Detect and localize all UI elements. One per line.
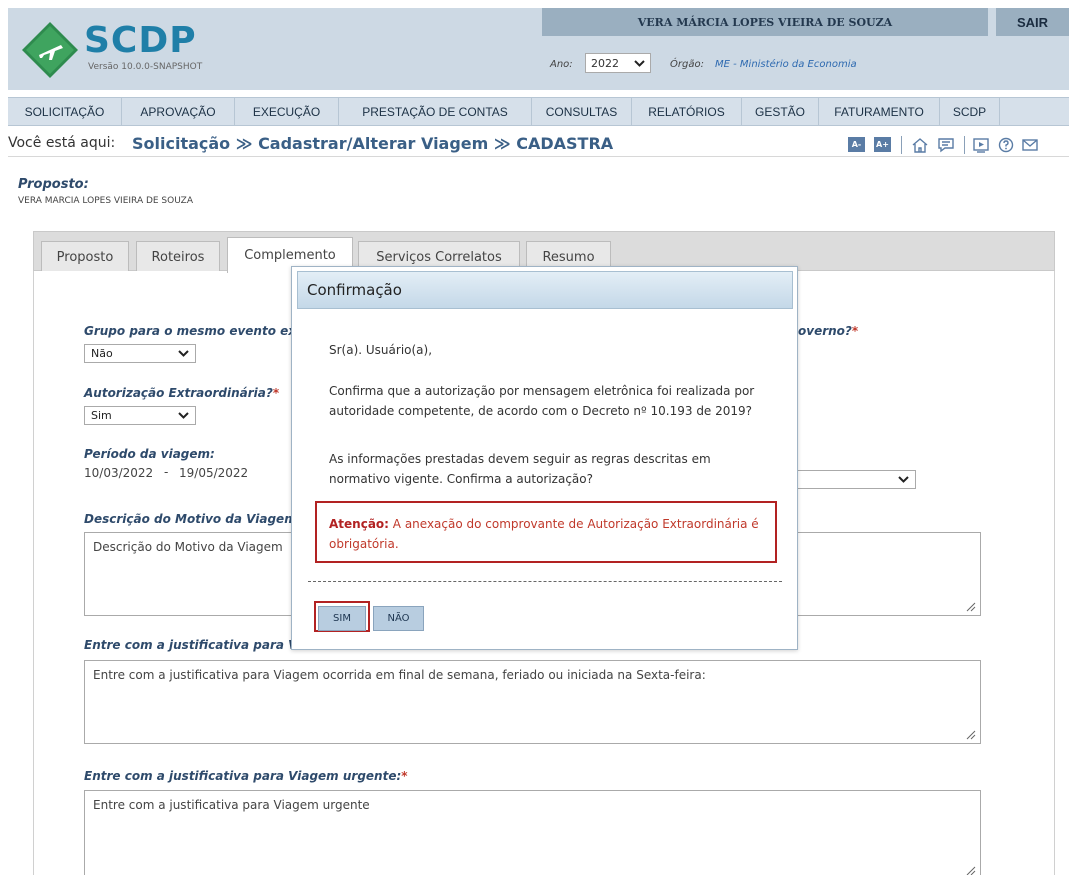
yes-button[interactable]: SIM (318, 606, 366, 631)
warning-box: Atenção: A anexação do comprovante de Au… (315, 501, 777, 563)
orgao-value: ME - Ministério da Economia (715, 59, 857, 70)
menu-execucao[interactable]: EXECUÇÃO (235, 98, 339, 125)
hidden-select[interactable] (788, 470, 916, 489)
menu-scdp[interactable]: SCDP (940, 98, 1000, 125)
video-icon[interactable] (972, 137, 990, 153)
ano-select[interactable]: 2022 (585, 53, 651, 73)
toolbar-separator (901, 136, 902, 154)
toolbar-separator (964, 136, 965, 154)
chevron-down-icon (178, 412, 189, 419)
breadcrumb-prefix: Você está aqui: (8, 135, 116, 151)
menu-gestao[interactable]: GESTÃO (742, 98, 819, 125)
user-name: VERA MÁRCIA LOPES VIEIRA DE SOUZA (542, 8, 988, 36)
periodo-label: Período da viagem: (84, 447, 215, 461)
page: SCDP Versão 10.0.0-SNAPSHOT VERA MÁRCIA … (8, 8, 1069, 875)
tab-roteiros[interactable]: Roteiros (136, 241, 220, 272)
motivo-placeholder: Descrição do Motivo da Viagem (93, 540, 283, 554)
menu-relatorios[interactable]: RELATÓRIOS (632, 98, 742, 125)
mail-icon[interactable] (1021, 137, 1039, 153)
menu-prestacao-de-contas[interactable]: PRESTAÇÃO DE CONTAS (339, 98, 532, 125)
resize-grip-icon[interactable] (966, 866, 976, 875)
dialog-info-line-1: As informações prestadas devem seguir as… (329, 452, 711, 466)
menu-aprovacao[interactable]: APROVAÇÃO (122, 98, 235, 125)
proposto-name: VERA MARCIA LOPES VIEIRA DE SOUZA (18, 196, 193, 206)
ano-value: 2022 (591, 56, 619, 70)
chevron-down-icon (178, 350, 189, 357)
warning-label: Atenção: (329, 517, 389, 531)
menu-consultas[interactable]: CONSULTAS (532, 98, 632, 125)
warning-text-2: obrigatória. (329, 537, 399, 551)
breadcrumb: Você está aqui: Solicitação ≫ Cadastrar/… (8, 131, 1069, 157)
font-increase-button[interactable]: A+ (874, 137, 891, 152)
font-decrease-button[interactable]: A- (848, 137, 865, 152)
warning-text-1: A anexação do comprovante de Autorização… (392, 517, 759, 531)
grupo-select[interactable]: Não (84, 344, 196, 363)
periodo-separator: - (164, 465, 169, 479)
dialog-question-line-2: autoridade competente, de acordo com o D… (329, 404, 753, 418)
periodo-end: 19/05/2022 (179, 466, 249, 480)
autorizacao-select[interactable]: Sim (84, 406, 196, 425)
menu-faturamento[interactable]: FATURAMENTO (819, 98, 940, 125)
ano-label: Ano: (550, 59, 573, 70)
urgente-label: Entre com a justificativa para Viagem ur… (84, 769, 408, 783)
tab-proposto[interactable]: Proposto (41, 241, 129, 272)
resize-grip-icon[interactable] (966, 602, 976, 612)
grupo-label: Grupo para o mesmo evento ex (84, 324, 297, 338)
autorizacao-value: Sim (91, 409, 112, 422)
fds-textarea[interactable]: Entre com a justificativa para Viagem oc… (84, 660, 981, 744)
home-icon[interactable] (911, 137, 929, 153)
app-name: SCDP (84, 20, 197, 61)
resize-grip-icon[interactable] (966, 730, 976, 740)
dialog-question-line-1: Confirma que a autorização por mensagem … (329, 384, 755, 398)
airplane-logo-icon (22, 22, 78, 78)
orgao-label: Órgão: (670, 59, 704, 70)
urgente-placeholder: Entre com a justificativa para Viagem ur… (93, 798, 370, 812)
confirmation-dialog: Confirmação Sr(a). Usuário(a), Confirma … (291, 266, 798, 650)
urgente-textarea[interactable]: Entre com a justificativa para Viagem ur… (84, 790, 981, 875)
help-icon[interactable] (997, 137, 1015, 153)
chat-icon[interactable] (937, 137, 955, 153)
dialog-divider (308, 581, 782, 582)
chevron-down-icon (898, 476, 909, 483)
motivo-label: Descrição do Motivo da Viagem (84, 512, 297, 526)
fds-placeholder: Entre com a justificativa para Viagem oc… (93, 668, 706, 682)
logout-button[interactable]: SAIR (996, 8, 1069, 36)
no-button[interactable]: NÃO (373, 606, 424, 631)
dialog-title: Confirmação (297, 271, 793, 309)
menu-solicitacao[interactable]: SOLICITAÇÃO (8, 98, 122, 125)
grupo-value: Não (91, 347, 113, 360)
dialog-greeting: Sr(a). Usuário(a), (329, 343, 433, 357)
proposto-title: Proposto: (18, 177, 89, 192)
autorizacao-label: Autorização Extraordinária?* (84, 386, 280, 400)
breadcrumb-path[interactable]: Solicitação ≫ Cadastrar/Alterar Viagem ≫… (132, 134, 613, 153)
app-version: Versão 10.0.0-SNAPSHOT (88, 62, 203, 72)
app-header: SCDP Versão 10.0.0-SNAPSHOT VERA MÁRCIA … (8, 8, 1069, 90)
chevron-down-icon (634, 59, 645, 67)
main-menu: SOLICITAÇÃO APROVAÇÃO EXECUÇÃO PRESTAÇÃO… (8, 97, 1069, 126)
dialog-info-line-2: normativo vigente. Confirma a autorizaçã… (329, 472, 593, 486)
periodo-start: 10/03/2022 (84, 466, 154, 480)
fds-label: Entre com a justificativa para V (84, 638, 298, 652)
governo-label-tail: overno?* (798, 324, 859, 338)
